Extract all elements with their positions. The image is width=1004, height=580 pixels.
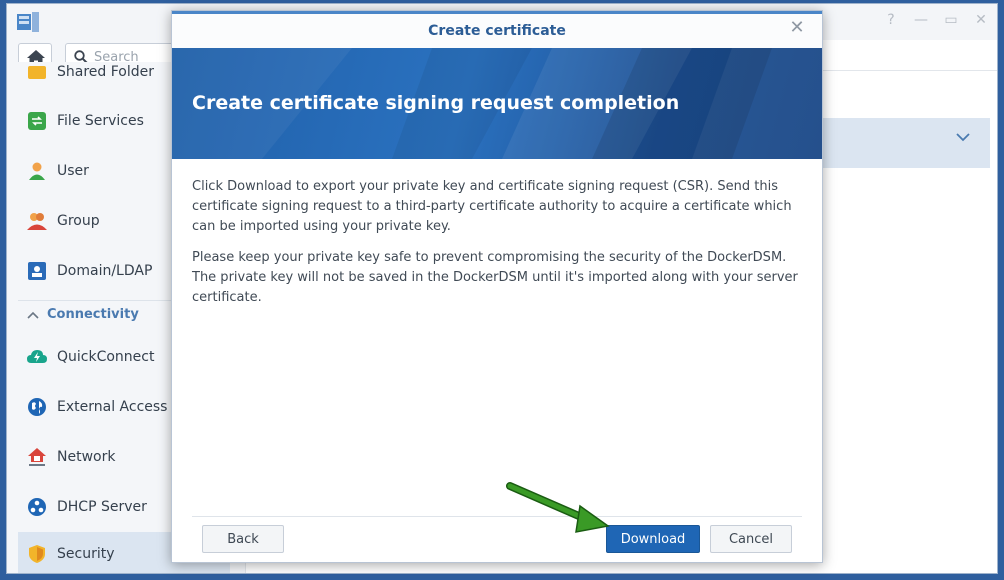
close-icon[interactable]: ✕ [973, 12, 989, 28]
sidebar-item-label: DHCP Server [57, 499, 147, 515]
file-services-icon [28, 112, 46, 130]
sidebar-item-label: User [57, 163, 89, 179]
sidebar-item-label: QuickConnect [57, 349, 155, 365]
section-label: Connectivity [47, 307, 139, 322]
dialog-close-icon[interactable]: ✕ [788, 19, 806, 37]
annotation-arrow-icon [506, 482, 610, 533]
cancel-button[interactable]: Cancel [710, 525, 792, 553]
chevron-down-icon[interactable] [956, 132, 970, 142]
dialog-banner: Create certificate signing request compl… [172, 48, 822, 159]
download-button[interactable]: Download [606, 525, 700, 553]
maximize-icon[interactable]: ▭ [943, 12, 959, 28]
sidebar-item-label: Group [57, 213, 100, 229]
control-panel-app-icon [17, 12, 39, 32]
window-controls: ? — ▭ ✕ [883, 12, 989, 28]
dialog-title: Create certificate [172, 11, 822, 48]
help-icon[interactable]: ? [883, 12, 899, 28]
sidebar-item-label: File Services [57, 113, 144, 129]
banner-title: Create certificate signing request compl… [192, 92, 680, 114]
shield-icon [29, 545, 45, 563]
create-certificate-dialog: Create certificate ✕ Create certificate … [171, 10, 823, 563]
sidebar-item-label: Shared Folder [57, 64, 155, 80]
network-house-icon [28, 448, 46, 466]
sidebar-item-label: Network [57, 449, 116, 465]
shared-folder-icon [28, 66, 46, 79]
user-icon [29, 162, 45, 180]
dhcp-server-icon [28, 498, 46, 516]
sidebar-item-label: Domain/LDAP [57, 263, 153, 279]
warning-text: Please keep your private key safe to pre… [192, 250, 798, 305]
group-icon [27, 213, 47, 230]
sidebar-item-label: Security [57, 546, 115, 562]
sidebar-item-label: External Access [57, 399, 168, 415]
quickconnect-icon [27, 350, 47, 363]
globe-icon [28, 398, 46, 416]
minimize-icon[interactable]: — [913, 12, 929, 28]
dialog-body: Click Download to export your private ke… [192, 177, 802, 319]
footer-divider [192, 516, 802, 517]
domain-ldap-icon [28, 262, 46, 280]
back-button[interactable]: Back [202, 525, 284, 553]
instruction-text: Click Download to export your private ke… [192, 179, 792, 234]
chevron-up-icon [27, 311, 39, 319]
